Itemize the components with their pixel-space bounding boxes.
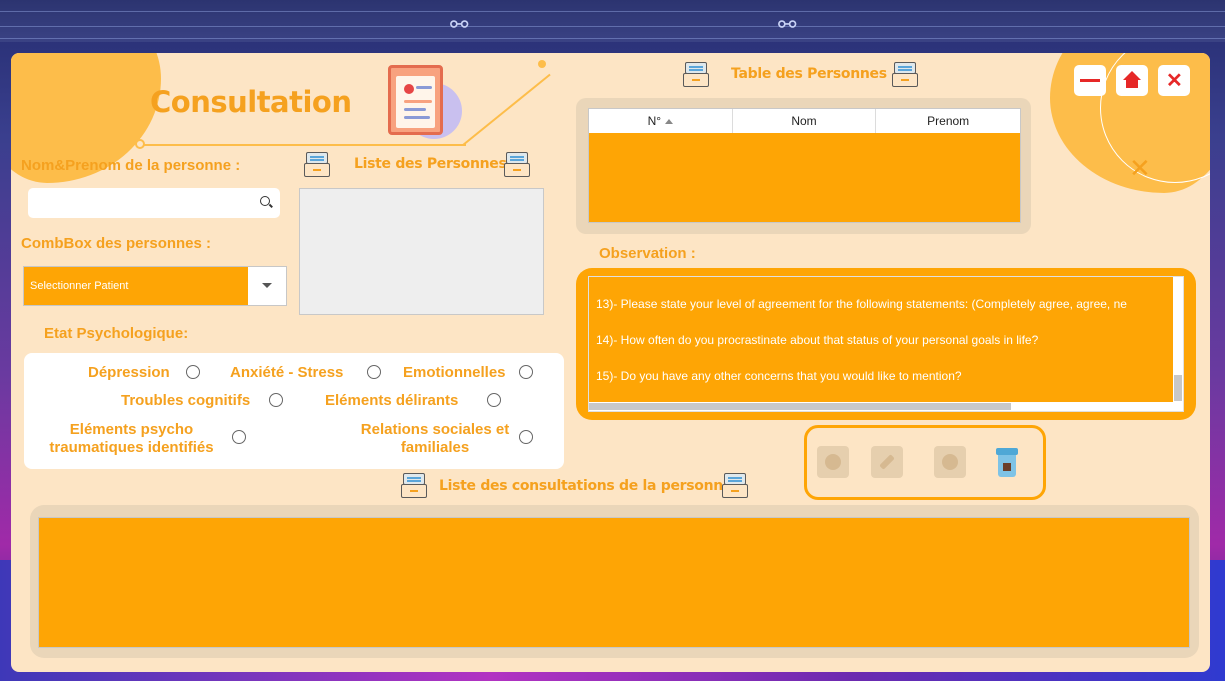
search-icon[interactable]	[260, 196, 270, 206]
home-button[interactable]	[1116, 65, 1148, 96]
observation-label: Observation :	[599, 245, 696, 262]
dropdown-button[interactable]	[248, 267, 286, 305]
option-troubles-label: Troubles cognitifs	[121, 392, 251, 409]
trash-body	[998, 455, 1016, 477]
option-depression-label: Dépression	[88, 364, 170, 381]
delete-button[interactable]	[996, 448, 1018, 478]
observation-line: 15)- Do you have any other concerns that…	[596, 369, 962, 383]
top-bar-line	[0, 11, 1225, 12]
x-circle-icon	[942, 454, 958, 470]
decor-line	[462, 73, 551, 146]
option-troubles-radio[interactable]	[269, 393, 283, 407]
combo-label: CombBox des personnes :	[21, 235, 212, 252]
etat-label: Etat Psychologique:	[44, 325, 189, 342]
decor-line	[141, 144, 466, 146]
column-header-prenom[interactable]: Prenom	[876, 109, 1020, 133]
patient-select-value: Selectionner Patient	[30, 280, 129, 292]
archive-box-icon	[304, 152, 330, 178]
table-personnes[interactable]: N° Nom Prenom	[588, 108, 1021, 223]
add-button[interactable]	[817, 446, 849, 478]
cancel-button[interactable]	[934, 446, 966, 478]
close-icon: ✕	[1166, 70, 1183, 92]
sort-asc-icon	[665, 119, 674, 125]
list-personnes[interactable]	[299, 188, 544, 315]
option-emotionnelles-label: Emotionnelles	[403, 364, 506, 381]
archive-box-icon	[401, 473, 427, 499]
option-delirants-radio[interactable]	[487, 393, 501, 407]
option-anxiete-label: Anxiété - Stress	[230, 364, 344, 381]
option-delirants-label: Eléments délirants	[325, 392, 459, 409]
consultations-table[interactable]	[38, 517, 1190, 648]
column-header-num[interactable]: N°	[589, 109, 733, 133]
option-traumatiques-label: Eléments psycho traumatiques identifiés	[49, 421, 214, 456]
minimize-button[interactable]	[1074, 65, 1106, 96]
top-bar-line	[0, 38, 1225, 39]
observation-textarea[interactable]: 13)- Please state your level of agreemen…	[588, 276, 1184, 412]
decor-dot	[538, 60, 546, 68]
scroll-thumb[interactable]	[1174, 375, 1182, 401]
wave-glyph-icon: ⚯	[450, 12, 469, 37]
chevron-down-icon	[262, 283, 272, 288]
archive-box-icon	[504, 152, 530, 178]
edit-button[interactable]	[871, 446, 903, 478]
table-personnes-title: Table des Personnes	[731, 66, 887, 82]
plus-decor-icon: +	[41, 125, 53, 147]
archive-box-icon	[892, 62, 918, 88]
top-bar: ⚯ ⚯	[0, 0, 1225, 42]
option-anxiete-radio[interactable]	[367, 365, 381, 379]
option-traumatiques-radio[interactable]	[232, 430, 246, 444]
vertical-scrollbar[interactable]	[1173, 277, 1183, 411]
etat-options-card: Dépression Anxiété - Stress Emotionnelle…	[24, 353, 564, 469]
main-panel: + Consultation Nom&Prenom de la personne…	[11, 53, 1210, 672]
observation-line: 13)- Please state your level of agreemen…	[596, 297, 1127, 311]
trash-icon	[996, 448, 1018, 455]
page-title: Consultation	[150, 85, 352, 119]
patient-select[interactable]: Selectionner Patient	[23, 266, 287, 306]
table-header: N° Nom Prenom	[589, 109, 1020, 133]
option-relations-radio[interactable]	[519, 430, 533, 444]
column-header-nom[interactable]: Nom	[733, 109, 877, 133]
top-bar-line	[0, 26, 1225, 27]
scroll-thumb[interactable]	[589, 403, 1011, 410]
archive-box-icon	[722, 473, 748, 499]
list-personnes-title: Liste des Personnes	[354, 156, 507, 172]
plus-circle-icon	[825, 454, 841, 470]
pencil-icon	[879, 454, 895, 470]
option-emotionnelles-radio[interactable]	[519, 365, 533, 379]
minimize-icon	[1080, 79, 1100, 82]
close-button[interactable]: ✕	[1158, 65, 1190, 96]
decor-dot	[135, 139, 145, 149]
observation-line: 14)- How often do you procrastinate abou…	[596, 333, 1039, 347]
wave-glyph-icon: ⚯	[778, 12, 797, 37]
option-relations-label: Relations sociales et familiales	[360, 421, 510, 456]
consultations-title: Liste des consultations de la personne	[439, 478, 733, 494]
option-depression-radio[interactable]	[186, 365, 200, 379]
clipboard-icon	[388, 65, 443, 135]
archive-box-icon	[683, 62, 709, 88]
home-icon	[1123, 71, 1141, 89]
horizontal-scrollbar[interactable]	[589, 402, 1173, 411]
search-label: Nom&Prenom de la personne :	[21, 157, 241, 174]
search-input[interactable]	[28, 188, 248, 218]
x-decor-icon: ✕	[1129, 153, 1151, 183]
search-field[interactable]	[28, 188, 280, 218]
